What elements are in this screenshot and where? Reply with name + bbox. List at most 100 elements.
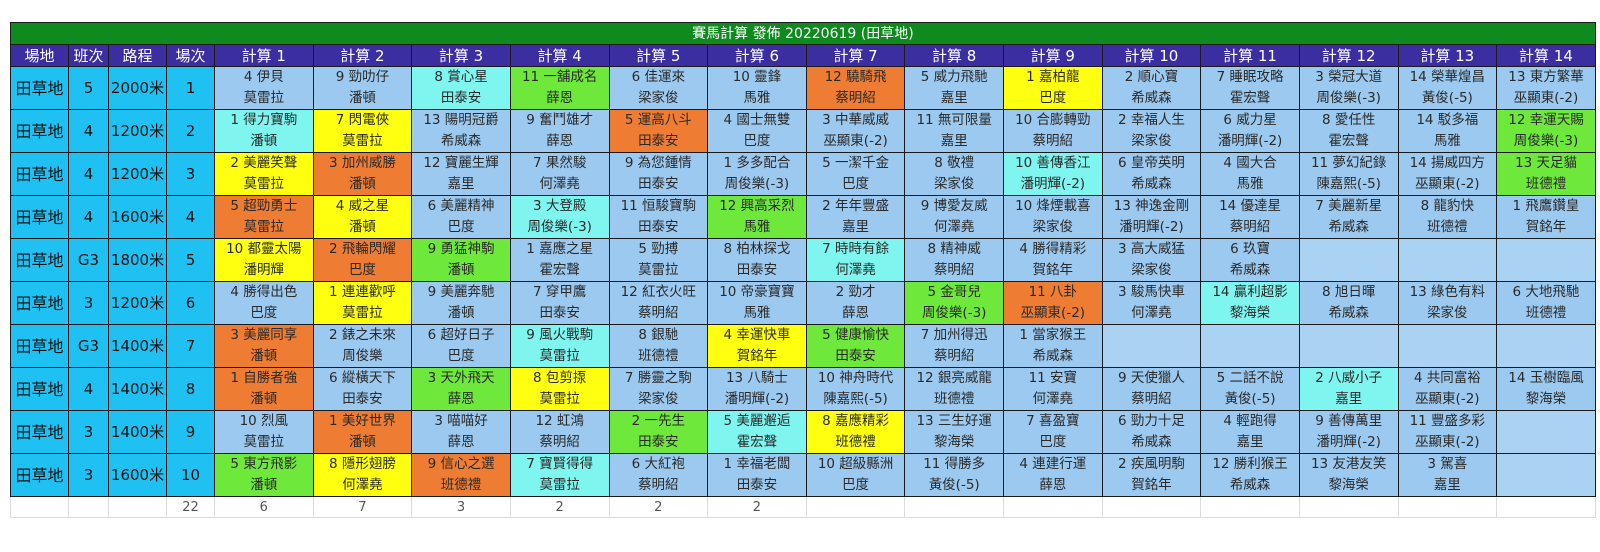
- jockey-name: 巴度: [348, 262, 376, 278]
- race-number-cell: 7: [166, 324, 215, 368]
- column-header: 計算 5: [608, 44, 709, 67]
- pick-cell: 3 天外飛天 薛恩: [411, 367, 511, 411]
- column-header: 計算 7: [805, 44, 906, 67]
- horse-name: 3 加州威勝: [328, 155, 396, 171]
- horse-name: 9 善傳萬里: [1315, 413, 1383, 429]
- horse-name: 12 銀亮威龍: [916, 370, 992, 386]
- jockey-name: 巴度: [842, 477, 870, 493]
- pick-cell: 7 寶賢得得 莫雷拉: [509, 453, 610, 497]
- jockey-name: 黎海榮: [933, 434, 975, 450]
- jockey-name: 黎海榮: [1229, 305, 1271, 321]
- pick-cell: 4 連建行運 薛恩: [1003, 453, 1103, 497]
- jockey-name: 希威森: [1032, 348, 1074, 364]
- horse-name: 1 幸福老闆: [723, 456, 791, 472]
- horse-name: 6 佳運來: [631, 69, 685, 85]
- jockey-name: 黃俊(-5): [1224, 391, 1276, 407]
- pick-cell: 1 連連歡呼 莫雷拉: [312, 281, 413, 325]
- venue-cell: 田草地: [10, 195, 69, 239]
- column-header: 計算 14: [1496, 44, 1596, 67]
- pick-cell: 12 驍騎飛 蔡明紹: [805, 66, 906, 110]
- class-cell: 5: [68, 66, 109, 110]
- pick-cell: 3 駿馬快車 何澤堯: [1101, 281, 1202, 325]
- horse-name: 8 敬禮: [934, 155, 975, 171]
- jockey-name: [1399, 260, 1496, 281]
- distance-cell: 1200米: [108, 152, 167, 196]
- column-header: 班次: [68, 44, 109, 67]
- pick-cell: [1496, 324, 1596, 368]
- horse-name: 8 愛任性: [1321, 112, 1376, 128]
- jockey-name: 梁家俊: [933, 176, 975, 192]
- horse-name: 3 駿馬快車: [1117, 284, 1185, 300]
- horse-name: 13 友港友笑: [1310, 456, 1387, 472]
- total-cell: 22: [166, 496, 215, 518]
- jockey-name: 班德禮: [1525, 305, 1567, 321]
- column-header: 計算 10: [1101, 44, 1202, 67]
- horse-name: 6 美麗精神: [427, 198, 495, 214]
- pick-cell: 12 幸運天賜 周俊樂(-3): [1496, 109, 1596, 153]
- jockey-name: 蔡明紹: [933, 262, 975, 278]
- class-cell: 4: [68, 152, 109, 196]
- jockey-name: 薛恩: [447, 391, 475, 407]
- horse-name: 1 飛鷹鑽皇: [1512, 198, 1580, 214]
- pick-cell: 2 順心寶 希威森: [1101, 66, 1202, 110]
- horse-name: 9 為您鍾情: [624, 155, 692, 171]
- pick-cell: 8 隱形翅膀 何澤堯: [312, 453, 413, 497]
- horse-name: 2 疾風明駒: [1117, 456, 1185, 472]
- jockey-name: 田泰安: [440, 90, 482, 106]
- total-cell: 2: [707, 496, 807, 518]
- pick-cell: 4 國士無雙 巴度: [707, 109, 807, 153]
- pick-cell: 2 疾風明駒 賀銘年: [1101, 453, 1202, 497]
- pick-cell: 13 綠色有料 梁家俊: [1397, 281, 1498, 325]
- pick-cell: 14 揚威四方 巫顯東(-2): [1397, 152, 1498, 196]
- pick-cell: 2 飛輪閃耀 巴度: [312, 238, 413, 282]
- total-cell: [1397, 496, 1498, 518]
- total-cell: [1200, 496, 1300, 518]
- jockey-name: 潘頓: [447, 305, 475, 321]
- horse-name: 3 天外飛天: [427, 370, 495, 386]
- jockey-name: 賀銘年: [1131, 477, 1172, 493]
- jockey-name: 嘉里: [842, 219, 870, 235]
- horse-name: 12 勝利猴王: [1212, 456, 1288, 472]
- horse-name: 4 國士無雙: [723, 112, 791, 128]
- pick-cell: 1 當家猴王 希威森: [1003, 324, 1103, 368]
- horse-name: 7 時時有餘: [822, 241, 889, 257]
- horse-name: 2 年年豐盛: [822, 198, 889, 214]
- pick-cell: 4 威之星 潘頓: [312, 195, 413, 239]
- pick-cell: 2 勁才 薛恩: [805, 281, 906, 325]
- pick-cell: 9 為您鍾情 田泰安: [608, 152, 709, 196]
- race-row: 田草地 3 1600米 10 5 東方飛影 潘頓 8 隱形翅膀 何澤堯 9 信心之選 班德禮 7 寶…: [10, 453, 1596, 497]
- pick-cell: [1200, 324, 1300, 368]
- pick-cell: 1 自勝者強 潘頓: [214, 367, 314, 411]
- horse-name: [1300, 240, 1397, 261]
- horse-name: 10 善傳香江: [1015, 155, 1091, 171]
- pick-cell: 11 安寶 何澤堯: [1003, 367, 1103, 411]
- horse-name: 10 超級縣洲: [817, 456, 894, 472]
- horse-name: 10 靈鋒: [732, 69, 782, 85]
- horse-name: [1498, 240, 1595, 261]
- horse-name: 3 喵喵好: [434, 413, 488, 429]
- jockey-name: 霍宏聲: [539, 262, 580, 278]
- jockey-name: [1202, 346, 1299, 367]
- pick-cell: 2 美麗笑聲 莫雷拉: [214, 152, 314, 196]
- horse-name: 7 果然駿: [532, 155, 587, 171]
- pick-cell: 10 超級縣洲 巴度: [805, 453, 906, 497]
- pick-cell: 11 得勝多 黃俊(-5): [904, 453, 1004, 497]
- pick-cell: 11 恒駿寶駒 田泰安: [608, 195, 709, 239]
- pick-cell: 8 嘉應精彩 班德禮: [805, 410, 906, 454]
- race-number-cell: 4: [166, 195, 215, 239]
- jockey-name: 蔡明紹: [539, 434, 580, 450]
- pick-cell: 6 皇帝英明 希威森: [1101, 152, 1202, 196]
- distance-cell: 1200米: [108, 109, 167, 153]
- jockey-name: [1300, 260, 1397, 281]
- pick-cell: 4 國大合 馬雅: [1200, 152, 1300, 196]
- horse-name: 5 超勁勇士: [230, 198, 298, 214]
- pick-cell: 7 喜盈寶 巴度: [1003, 410, 1103, 454]
- horse-name: 11 一舖成名: [521, 69, 598, 85]
- horse-name: 13 東方繁華: [1508, 69, 1584, 85]
- jockey-name: 巴度: [1039, 434, 1067, 450]
- pick-cell: 10 帝豪寶寶 馬雅: [707, 281, 807, 325]
- horse-name: 2 八威小子: [1315, 370, 1383, 386]
- jockey-name: 霍宏聲: [1229, 90, 1271, 106]
- race-table: 賽馬計算 發佈 20220619 (田草地) 場地 班次 路程 場次 計算 1 計算 2計…: [10, 22, 1596, 518]
- jockey-name: 霍宏聲: [1328, 133, 1369, 149]
